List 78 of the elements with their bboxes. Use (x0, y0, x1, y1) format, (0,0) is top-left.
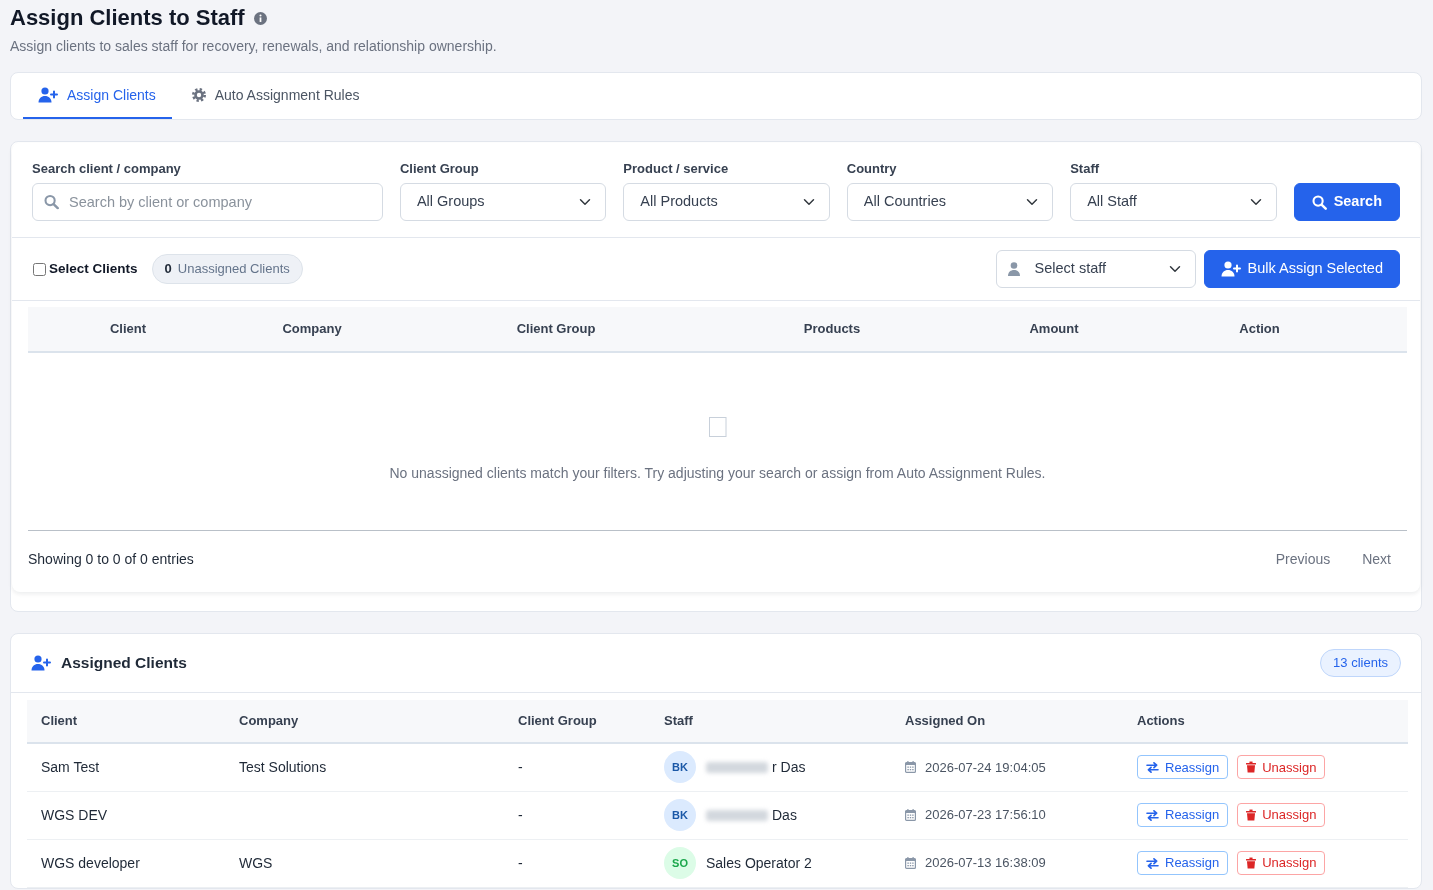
search-button[interactable]: Search (1293, 183, 1400, 221)
trash-icon (1246, 761, 1257, 774)
info-icon (253, 11, 267, 25)
trash-icon (1246, 857, 1257, 869)
field-label: Client Group (399, 160, 480, 178)
filter-select[interactable]: All Staff (1070, 183, 1277, 221)
tab[interactable]: Assign Clients (23, 73, 172, 119)
reassign-button[interactable]: Reassign (1137, 851, 1229, 875)
table-cell: WGS (225, 839, 504, 887)
avatar: BK (664, 751, 696, 784)
assigned-date: 2026-07-23 17:56:10 (925, 806, 1046, 825)
reassign-button[interactable]: Reassign (1137, 755, 1229, 780)
column-header: Client Group (396, 307, 716, 352)
checkbox-label[interactable]: Select Clients (49, 258, 138, 280)
staff-select[interactable]: Select staff (995, 250, 1196, 288)
column-header: Products (716, 307, 948, 352)
table-cell: WGS DEV (27, 791, 225, 839)
swap-arrows-icon (1146, 809, 1159, 821)
column-header: Client (28, 307, 228, 352)
staff-name: Sales Operator 2 (706, 853, 812, 873)
entries-info: Showing 0 to 0 of 0 entries (28, 550, 194, 569)
tab[interactable]: Auto Assignment Rules (176, 73, 376, 119)
swap-arrows-icon (1146, 857, 1159, 869)
swap-arrows-icon (1146, 761, 1159, 773)
column-header: Company (228, 307, 396, 352)
calendar-icon (905, 809, 916, 821)
column-header: Staff (650, 700, 891, 743)
filter-select[interactable]: All Groups (399, 183, 607, 221)
user-plus-icon (1220, 261, 1241, 277)
user-plus-icon (31, 655, 51, 671)
bulk-assign-button[interactable]: Bulk Assign Selected (1203, 250, 1400, 288)
count-label: Unassigned Clients (177, 260, 290, 279)
field-label: Product / service (623, 160, 730, 178)
page-subtitle: Assign clients to sales staff for recovery, renewals, and relationship ownership. (10, 37, 498, 56)
client-count-badge: 13 clients (1320, 649, 1401, 677)
unassign-button[interactable]: Unassign (1237, 755, 1326, 780)
empty-state-icon (708, 417, 727, 437)
section-title: Assigned Clients (61, 653, 187, 674)
table-cell: - (504, 743, 650, 791)
assigned-date: 2026-07-24 19:04:05 (925, 758, 1046, 777)
trash-icon (1246, 809, 1257, 821)
page-title: Assign Clients to Staff (10, 4, 245, 32)
assigned-date: 2026-07-13 16:38:09 (925, 854, 1046, 873)
field-label: Country (846, 160, 898, 178)
column-header: Action (1160, 307, 1407, 352)
filter-select[interactable]: All Products (623, 183, 830, 221)
empty-state-message: No unassigned clients match your filters. Try adjusting your search or assign from Auto Assignment Rules. (388, 464, 1047, 483)
unassign-button[interactable]: Unassign (1237, 803, 1326, 827)
table-cell: Test Solutions (225, 743, 504, 791)
gear-icon (191, 88, 206, 102)
column-header: Company (225, 700, 504, 743)
count-number: 0 (164, 260, 172, 279)
person-icon (1007, 262, 1020, 276)
column-header: Client Group (504, 700, 650, 743)
calendar-icon (905, 761, 916, 774)
reassign-button[interactable]: Reassign (1137, 803, 1229, 827)
staff-name: r Das (772, 757, 806, 777)
avatar: SO (664, 847, 696, 879)
staff-name: Das (772, 805, 797, 825)
search-icon (1311, 194, 1327, 210)
field-label: Staff (1070, 160, 1101, 178)
filter-select[interactable]: All Countries (846, 183, 1054, 221)
avatar: BK (664, 799, 696, 831)
field-label: Search client / company (32, 160, 182, 178)
table-cell: Sam Test (27, 743, 225, 791)
table-cell: - (504, 791, 650, 839)
user-plus-icon (38, 87, 58, 103)
column-header: Amount (948, 307, 1160, 352)
table-cell: - (504, 839, 650, 887)
column-header: Actions (1123, 700, 1408, 743)
calendar-icon (905, 857, 916, 869)
select-all-checkbox[interactable] (33, 262, 46, 276)
unassign-button[interactable]: Unassign (1237, 851, 1326, 875)
search-field[interactable]: Search by client or company (32, 183, 383, 221)
column-header: Assigned On (891, 700, 1123, 743)
search-icon (44, 194, 59, 210)
column-header: Client (27, 700, 225, 743)
table-cell: WGS developer (27, 839, 225, 887)
